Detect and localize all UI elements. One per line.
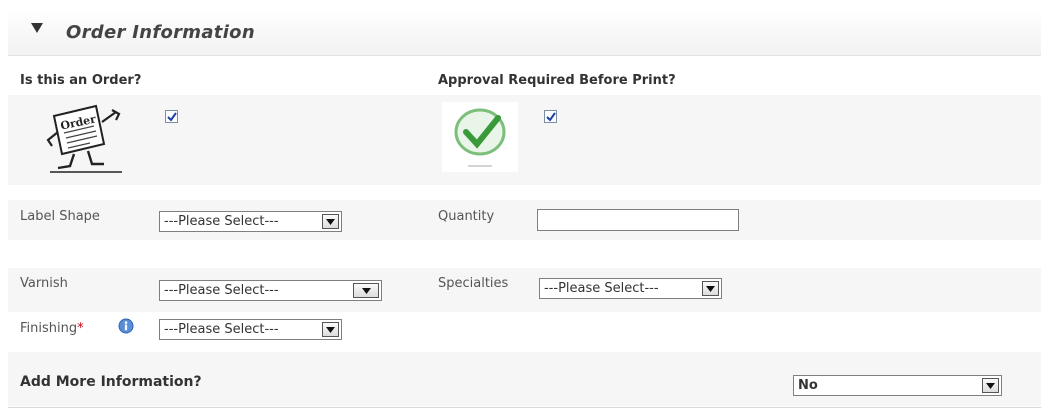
finishing-select[interactable]: ---Please Select--- (159, 319, 342, 340)
section-title: Order Information (66, 22, 255, 43)
collapse-triangle-icon[interactable] (30, 21, 44, 35)
label-shape-select[interactable]: ---Please Select--- (159, 211, 342, 232)
order-checkbox[interactable] (165, 110, 178, 123)
quantity-label: Quantity (438, 209, 495, 224)
specialties-select[interactable]: ---Please Select--- (539, 278, 722, 299)
order-question-label: Is this an Order? (20, 73, 142, 88)
dropdown-arrow-icon[interactable] (702, 281, 719, 296)
dropdown-arrow-icon[interactable] (353, 283, 379, 298)
quantity-input[interactable] (537, 209, 739, 231)
section-header[interactable]: Order Information (8, 8, 1041, 56)
dropdown-arrow-icon[interactable] (322, 322, 339, 337)
label-shape-select-value: ---Please Select--- (164, 214, 279, 229)
varnish-select[interactable]: ---Please Select--- (159, 280, 382, 301)
specialties-label: Specialties (438, 276, 509, 291)
more-info-select[interactable]: No (793, 375, 1002, 396)
specialties-select-value: ---Please Select--- (544, 281, 659, 296)
order-row-background (8, 95, 1041, 185)
finishing-label: Finishing* (20, 321, 84, 336)
more-info-label: Add More Information? (20, 374, 202, 390)
finishing-label-text: Finishing (20, 321, 78, 336)
varnish-label: Varnish (20, 276, 68, 291)
label-shape-label: Label Shape (20, 209, 100, 224)
dropdown-arrow-icon[interactable] (322, 214, 339, 229)
section-divider (8, 407, 1041, 408)
info-icon[interactable] (118, 318, 134, 334)
finishing-select-value: ---Please Select--- (164, 322, 279, 337)
approval-checkbox[interactable] (544, 110, 557, 123)
required-asterisk: * (77, 321, 84, 336)
checkmark-icon (545, 111, 556, 122)
varnish-select-value: ---Please Select--- (164, 283, 279, 298)
more-info-select-value: No (798, 378, 818, 393)
approval-question-label: Approval Required Before Print? (438, 73, 676, 88)
checkmark-icon (166, 111, 177, 122)
checkmark-badge-icon (442, 102, 518, 172)
order-clipart-icon: Order (46, 104, 122, 173)
dropdown-arrow-icon[interactable] (982, 378, 999, 393)
